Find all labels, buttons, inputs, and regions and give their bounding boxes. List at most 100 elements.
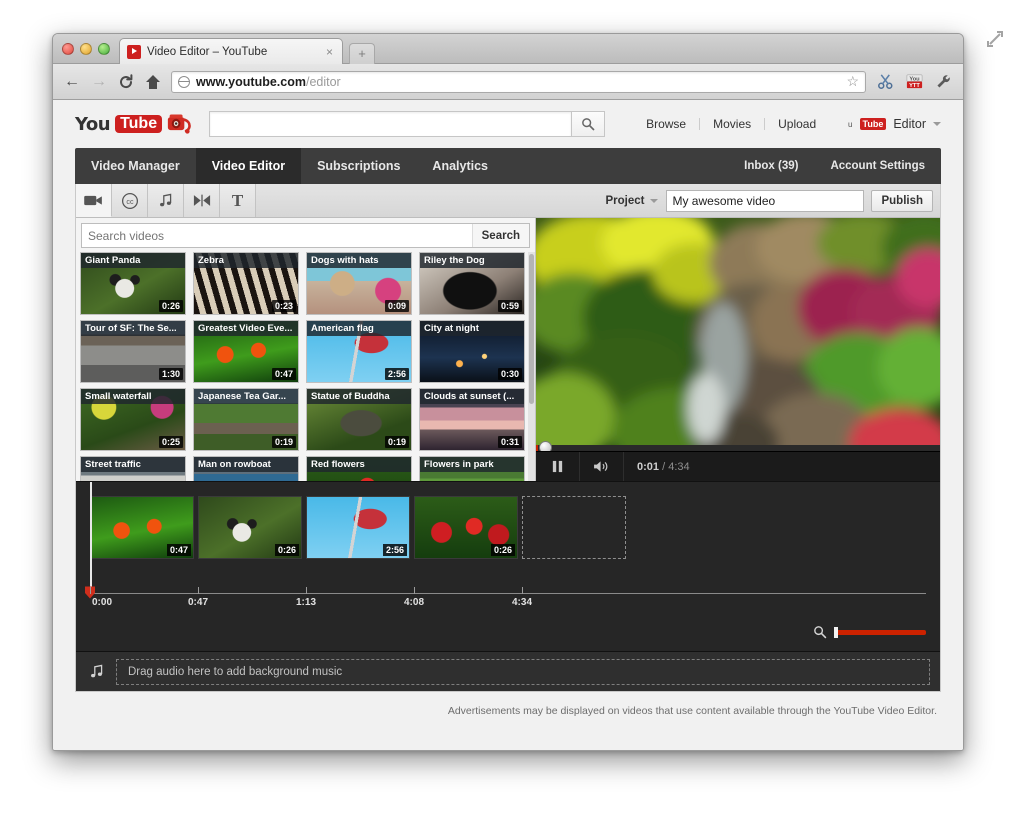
- ruler-tick-label: 4:34: [512, 597, 532, 608]
- new-tab-button[interactable]: +: [349, 43, 375, 64]
- player-time: 0:01 / 4:34: [624, 461, 690, 473]
- video-card[interactable]: Japanese Tea Gar...0:19: [193, 388, 299, 451]
- video-title: Flowers in park: [420, 457, 524, 472]
- video-grid: Giant Panda0:26Zebra0:23Dogs with hats0:…: [76, 252, 535, 519]
- home-icon[interactable]: [144, 73, 162, 91]
- pause-button[interactable]: [536, 452, 580, 481]
- back-button[interactable]: ←: [63, 73, 81, 91]
- movies-link[interactable]: Movies: [700, 118, 765, 130]
- project-name-input[interactable]: My awesome video: [666, 190, 864, 212]
- video-duration: 0:47: [272, 368, 296, 380]
- youtube-logo[interactable]: You Tube: [75, 113, 193, 135]
- reload-icon[interactable]: [117, 73, 135, 91]
- video-card[interactable]: City at night0:30: [419, 320, 525, 383]
- project-label: Project: [605, 195, 644, 207]
- video-card[interactable]: Giant Panda0:26: [80, 252, 186, 315]
- youtube-extension-icon[interactable]: You YTT: [904, 72, 924, 92]
- clip-duration: 0:26: [491, 544, 515, 556]
- time-separator: /: [662, 461, 665, 473]
- editor-toolbar: cc: [76, 184, 940, 218]
- youtube-masthead: You Tube: [53, 100, 963, 148]
- minimize-window-button[interactable]: [80, 43, 92, 55]
- search-button[interactable]: [571, 111, 605, 137]
- forward-button[interactable]: →: [90, 73, 108, 91]
- clip-duration: 0:26: [275, 544, 299, 556]
- text-tab[interactable]: T: [220, 184, 256, 217]
- timeline-ruler[interactable]: 0:000:471:134:084:34: [90, 582, 926, 616]
- video-title: Zebra: [194, 253, 298, 268]
- video-card[interactable]: Riley the Dog0:59: [419, 252, 525, 315]
- video-card[interactable]: Small waterfall0:25: [80, 388, 186, 451]
- video-duration: 0:26: [159, 300, 183, 312]
- timeline-clip[interactable]: 0:26: [198, 496, 302, 559]
- upload-link[interactable]: Upload: [765, 118, 829, 130]
- transition-tab[interactable]: [184, 184, 220, 217]
- maximize-window-button[interactable]: [98, 43, 110, 55]
- video-title: Dogs with hats: [307, 253, 411, 268]
- timeline-playhead[interactable]: [90, 482, 92, 588]
- video-card[interactable]: Clouds at sunset (...0:31: [419, 388, 525, 451]
- ruler-tick: [522, 587, 523, 594]
- publish-button[interactable]: Publish: [871, 190, 933, 212]
- music-note-icon: [157, 192, 174, 209]
- wrench-menu-icon[interactable]: [933, 72, 953, 92]
- scissors-icon[interactable]: [875, 72, 895, 92]
- total-time: 4:34: [668, 461, 689, 473]
- search-input[interactable]: [209, 111, 571, 137]
- masthead-links: Browse Movies Upload: [633, 118, 829, 130]
- bookmark-star-icon[interactable]: ☆: [846, 73, 859, 90]
- library-search-button[interactable]: Search: [472, 224, 529, 247]
- video-card[interactable]: American flag2:56: [306, 320, 412, 383]
- nav-item-analytics[interactable]: Analytics: [416, 148, 504, 184]
- audio-dropzone[interactable]: Drag audio here to add background music: [116, 659, 930, 685]
- project-dropdown[interactable]: Project: [597, 190, 666, 212]
- video-duration: 1:30: [159, 368, 183, 380]
- nav-right-group: Inbox (39) Account Settings: [728, 148, 941, 184]
- volume-button[interactable]: [580, 452, 624, 481]
- youtube-favicon: [127, 45, 141, 59]
- timeline-clip[interactable]: 0:26: [414, 496, 518, 559]
- nav-item-account-settings[interactable]: Account Settings: [814, 148, 941, 184]
- video-card[interactable]: Statue of Buddha0:19: [306, 388, 412, 451]
- audio-tab[interactable]: [148, 184, 184, 217]
- zoom-slider[interactable]: [834, 630, 926, 635]
- account-name: Editor: [893, 117, 926, 131]
- site-globe-icon: [178, 76, 190, 88]
- nav-item-video-editor[interactable]: Video Editor: [196, 148, 301, 184]
- text-icon: T: [232, 191, 243, 211]
- youtube-search: [209, 111, 605, 137]
- video-title: Japanese Tea Gar...: [194, 389, 298, 404]
- account-area[interactable]: u Tube Editor: [848, 117, 941, 131]
- zoom-slider-handle[interactable]: [834, 627, 838, 638]
- video-card[interactable]: Tour of SF: The Se...1:30: [80, 320, 186, 383]
- nav-item-video-manager[interactable]: Video Manager: [75, 148, 196, 184]
- close-tab-button[interactable]: ×: [324, 45, 335, 59]
- timeline-strip[interactable]: 0:47 0:26 2:56 0:26: [76, 482, 940, 582]
- close-window-button[interactable]: [62, 43, 74, 55]
- video-preview-player[interactable]: 0:01 / 4:34: [536, 218, 940, 481]
- timeline-zoom[interactable]: [813, 625, 926, 639]
- library-scrollbar-thumb[interactable]: [529, 254, 534, 404]
- clip-dropzone[interactable]: [522, 496, 626, 559]
- search-videos-input[interactable]: [82, 224, 472, 247]
- window-resize-icon[interactable]: [986, 28, 1006, 48]
- chevron-down-icon[interactable]: [933, 122, 941, 126]
- tab-title: Video Editor – YouTube: [147, 46, 318, 58]
- timeline-clip[interactable]: 0:47: [90, 496, 194, 559]
- video-title: Man on rowboat: [194, 457, 298, 472]
- nav-item-inbox[interactable]: Inbox (39): [728, 148, 814, 184]
- video-card[interactable]: Dogs with hats0:09: [306, 252, 412, 315]
- nav-item-subscriptions[interactable]: Subscriptions: [301, 148, 416, 184]
- video-camera-tab[interactable]: [76, 184, 112, 217]
- ruler-tick-label: 0:00: [92, 597, 112, 608]
- browser-tab[interactable]: Video Editor – YouTube ×: [119, 38, 343, 64]
- video-card[interactable]: Zebra0:23: [193, 252, 299, 315]
- library-search[interactable]: Search: [81, 223, 530, 248]
- video-card[interactable]: Greatest Video Eve...0:47: [193, 320, 299, 383]
- address-bar[interactable]: www.youtube.com/editor ☆: [171, 71, 866, 93]
- closed-caption-tab[interactable]: cc: [112, 184, 148, 217]
- window-controls[interactable]: [62, 43, 110, 55]
- ruler-tick-label: 0:47: [188, 597, 208, 608]
- browse-link[interactable]: Browse: [633, 118, 700, 130]
- timeline-clip[interactable]: 2:56: [306, 496, 410, 559]
